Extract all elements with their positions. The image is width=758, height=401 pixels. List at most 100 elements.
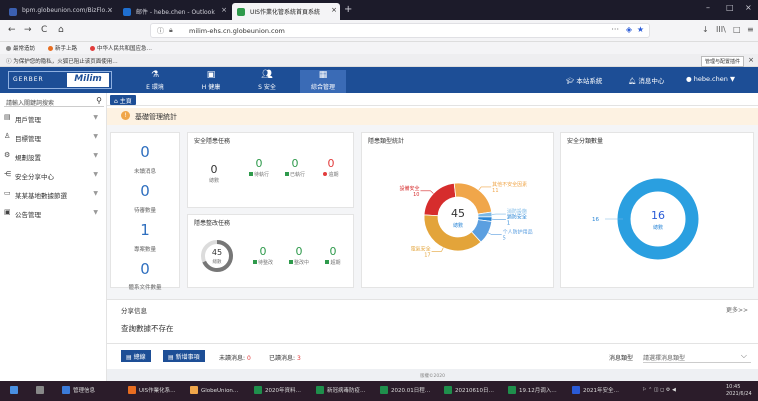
ring-chart: 45 總數 (201, 240, 233, 272)
taskbar-item[interactable]: GlobeUnion… (190, 386, 238, 394)
maximize-button[interactable]: □ (726, 3, 734, 12)
bookmark-item[interactable]: 新手上路 (48, 44, 77, 52)
hazard-task-card: 安全隱患任務 0 總數 0 待執行 0 已執行 0 逾期 (187, 132, 354, 208)
taskbar-item[interactable]: 19.12月调入… (508, 386, 557, 394)
taskbar-item[interactable]: 20210610日… (444, 386, 494, 394)
bookmark-item[interactable]: 最常造訪 (6, 44, 35, 52)
donut-slice[interactable] (423, 214, 482, 252)
new-tab-button[interactable]: + (344, 4, 352, 15)
card-title: 隱患整改任務 (194, 220, 231, 227)
nav-safety[interactable]: 👥︎ S 安全 (244, 70, 290, 91)
graduation-cap-icon: 🎓︎ (566, 77, 575, 85)
slice-label: 消防安全 (507, 213, 527, 220)
search-icon[interactable]: ⚲ (96, 96, 102, 105)
message-type-select[interactable]: 請選擇消息類型 ⌵ (643, 351, 751, 363)
user-menu[interactable]: ● hebe.chen ▼ (686, 75, 735, 83)
message-toolbar: ▤ 總線 ▤ 新增事項 未讀消息: 0 已讀消息: 3 消息類型 請選擇消息類型… (107, 343, 758, 369)
stat-label: 待審數量 (133, 208, 156, 214)
taskbar-item[interactable]: 新冠病毒防疫… (316, 386, 366, 394)
chevron-down-icon: ▼ (93, 133, 98, 140)
info-icon[interactable]: ⓘ (157, 26, 164, 36)
legend-dot-icon (252, 260, 257, 264)
legend-dot-icon (288, 260, 293, 264)
sidebar-toggle-icon[interactable]: □ (733, 25, 741, 34)
chevron-down-icon: ▼ (93, 152, 98, 159)
stat-value: 0 (140, 143, 150, 161)
browser-tab-uis[interactable]: UIS作業化管系統首頁系統 × (232, 3, 340, 20)
forward-button[interactable]: → (24, 25, 32, 35)
pocket-icon[interactable]: ◈ (626, 25, 632, 34)
library-icon[interactable]: III\ (716, 25, 726, 34)
home-button[interactable]: ⌂ (58, 25, 64, 35)
system-tray-icons[interactable]: ⚐ ⌃ ◫ ◻ ⚙ ◀ (642, 387, 676, 393)
taskbar-label: 2020.01日程… (391, 388, 431, 394)
taskbar-item[interactable]: 2020.01日程… (380, 386, 430, 394)
stat-value: 0 (140, 260, 150, 278)
logo: GERBER Milim (8, 71, 112, 89)
taskbar-item[interactable]: 管理信息 (62, 386, 95, 394)
delete-button[interactable]: ▤ 總線 (121, 350, 151, 362)
start-button[interactable] (10, 386, 21, 394)
sidebar-item-label: 規劃設置 (15, 154, 41, 162)
reload-button[interactable]: C (41, 25, 47, 35)
firefox-icon (128, 386, 136, 394)
sidebar-item-settings[interactable]: ⚙ 規劃設置 ▼ (0, 147, 106, 165)
logo-right-text: Milim (67, 73, 109, 87)
page-actions-icon[interactable]: ··· (611, 25, 619, 34)
minimize-button[interactable]: – (706, 3, 710, 12)
close-icon[interactable]: × (748, 56, 754, 64)
sidebar-item-announcements[interactable]: ▣ 公告管理 ▼ (0, 204, 106, 222)
back-button[interactable]: ← (8, 25, 16, 35)
system-link[interactable]: 🎓︎ 本站系統 (566, 75, 602, 85)
nav-health[interactable]: ▣ H 健康 (188, 70, 234, 91)
share-icon: ⋲ (4, 170, 11, 178)
notification-message: 为保护您的隐私，火狐已阻止该页面使用… (13, 59, 118, 65)
task-view-button[interactable] (36, 386, 47, 394)
menu-icon[interactable]: ≡ (747, 25, 754, 34)
url-bar[interactable]: ⓘ 🔒︎ milim-ehs.cn.globeunion.com ··· ◈ ★ (150, 23, 650, 38)
tab-home[interactable]: ⌂ 主頁 (110, 95, 136, 105)
browser-tab-outlook[interactable]: 邮件 - hebe.chen - Outlook × (118, 3, 230, 20)
close-window-button[interactable]: × (745, 3, 752, 12)
url-text: milim-ehs.cn.globeunion.com (189, 27, 285, 35)
task-overdue: 0 逾期 (316, 157, 346, 178)
stat-label: 未讀消息 (133, 169, 156, 175)
message-center-link[interactable]: 🔔︎ 消息中心 (628, 75, 664, 85)
cell-label: 逾期 (328, 172, 339, 178)
browser-tab-bar: bpm.globeunion.com/BizFlo… × 邮件 - hebe.c… (0, 0, 758, 20)
search-input[interactable]: 請輸入關鍵詞搜索 ⚲ (4, 96, 104, 107)
sidebar: 請輸入關鍵詞搜索 ⚲ ▤ 用戶管理 ▼ ♙ 目標管理 ▼ ⚙ 規劃設置 ▼ ⋲ … (0, 93, 107, 381)
taskbar-item[interactable]: 2020年資料… (254, 386, 301, 394)
lock-icon[interactable]: 🔒︎ (169, 26, 173, 35)
chrome-icon (190, 386, 198, 394)
clock[interactable]: 10:45 2021/6/24 (726, 384, 752, 398)
taskbar-item[interactable]: 2021年安全… (572, 386, 619, 394)
safety-center-value: 16 (651, 209, 665, 222)
nav-general-management[interactable]: ▦ 綜合管理 (300, 70, 346, 93)
mark-read-button[interactable]: ▤ 新增事項 (163, 350, 205, 362)
gear-icon (6, 46, 11, 51)
slice-value-label: 1 (507, 220, 510, 226)
safety-category-donut: 16 16 總數 (592, 178, 699, 260)
os-taskbar: 管理信息 UIS作業化系… GlobeUnion… 2020年資料… 新冠病毒防… (0, 381, 758, 401)
close-tab-icon[interactable]: × (331, 6, 337, 14)
cell-label: 待整改 (257, 260, 273, 266)
nav-environment[interactable]: ⚗ E 環境 (132, 70, 178, 91)
legend-dot-icon (325, 260, 330, 264)
sidebar-item-base-data[interactable]: ▭ 某某基地數據節選 ▼ (0, 185, 106, 203)
sidebar-item-share-center[interactable]: ⋲ 安全分享中心 ▼ (0, 166, 106, 184)
cell-value: 0 (295, 245, 303, 258)
bookmark-star-icon[interactable]: ★ (637, 25, 644, 34)
sidebar-item-users[interactable]: ▤ 用戶管理 ▼ (0, 109, 106, 127)
browser-tab-bpm[interactable]: bpm.globeunion.com/BizFlo… × (4, 3, 116, 20)
notification-action-button[interactable]: 管理与配置插件 (700, 56, 744, 67)
taskbar-item[interactable]: UIS作業化系… (128, 386, 176, 394)
bookmark-item[interactable]: 中华人民共和国应急… (90, 44, 152, 52)
download-icon[interactable]: ↓ (702, 25, 709, 34)
unread-value: 0 (246, 355, 251, 362)
close-tab-icon[interactable]: × (221, 6, 227, 14)
more-link[interactable]: 更多>> (726, 305, 748, 314)
label-leader-line (487, 232, 502, 235)
close-tab-icon[interactable]: × (107, 6, 113, 14)
sidebar-item-targets[interactable]: ♙ 目標管理 ▼ (0, 128, 106, 146)
